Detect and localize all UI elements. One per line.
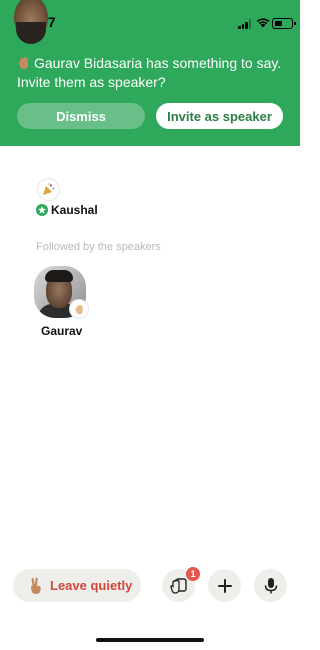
speaker-request-text: Gaurav Bidasaria has something to say. I… — [17, 55, 282, 90]
home-indicator[interactable] — [96, 638, 204, 642]
microphone-button[interactable] — [254, 569, 287, 602]
peace-hand-icon — [30, 577, 41, 594]
raised-hands-count-badge: 1 — [186, 567, 200, 581]
listener-name-gaurav: Gaurav — [41, 324, 83, 338]
microphone-icon — [264, 577, 277, 593]
add-button[interactable] — [208, 569, 241, 602]
invite-as-speaker-button[interactable]: Invite as speaker — [156, 103, 283, 129]
raised-hands-list-icon — [169, 577, 187, 594]
party-popper-icon — [38, 179, 59, 200]
plus-icon — [217, 578, 232, 593]
battery-icon — [272, 18, 296, 29]
speaker-name-kaushal: Kaushal — [51, 203, 98, 217]
leave-quietly-label: Leave quietly — [50, 578, 133, 593]
cellular-signal-icon — [238, 19, 252, 29]
wifi-icon — [256, 18, 270, 28]
leave-quietly-button[interactable]: Leave quietly — [13, 569, 141, 602]
followed-by-speakers-heading: Followed by the speakers — [36, 241, 161, 253]
raised-hand-icon — [18, 57, 28, 69]
speaker-request-message: Gaurav Bidasaria has something to say. I… — [17, 54, 285, 92]
moderator-star-icon — [36, 204, 48, 216]
dismiss-button[interactable]: Dismiss — [17, 103, 145, 129]
raised-hand-icon — [70, 300, 88, 318]
